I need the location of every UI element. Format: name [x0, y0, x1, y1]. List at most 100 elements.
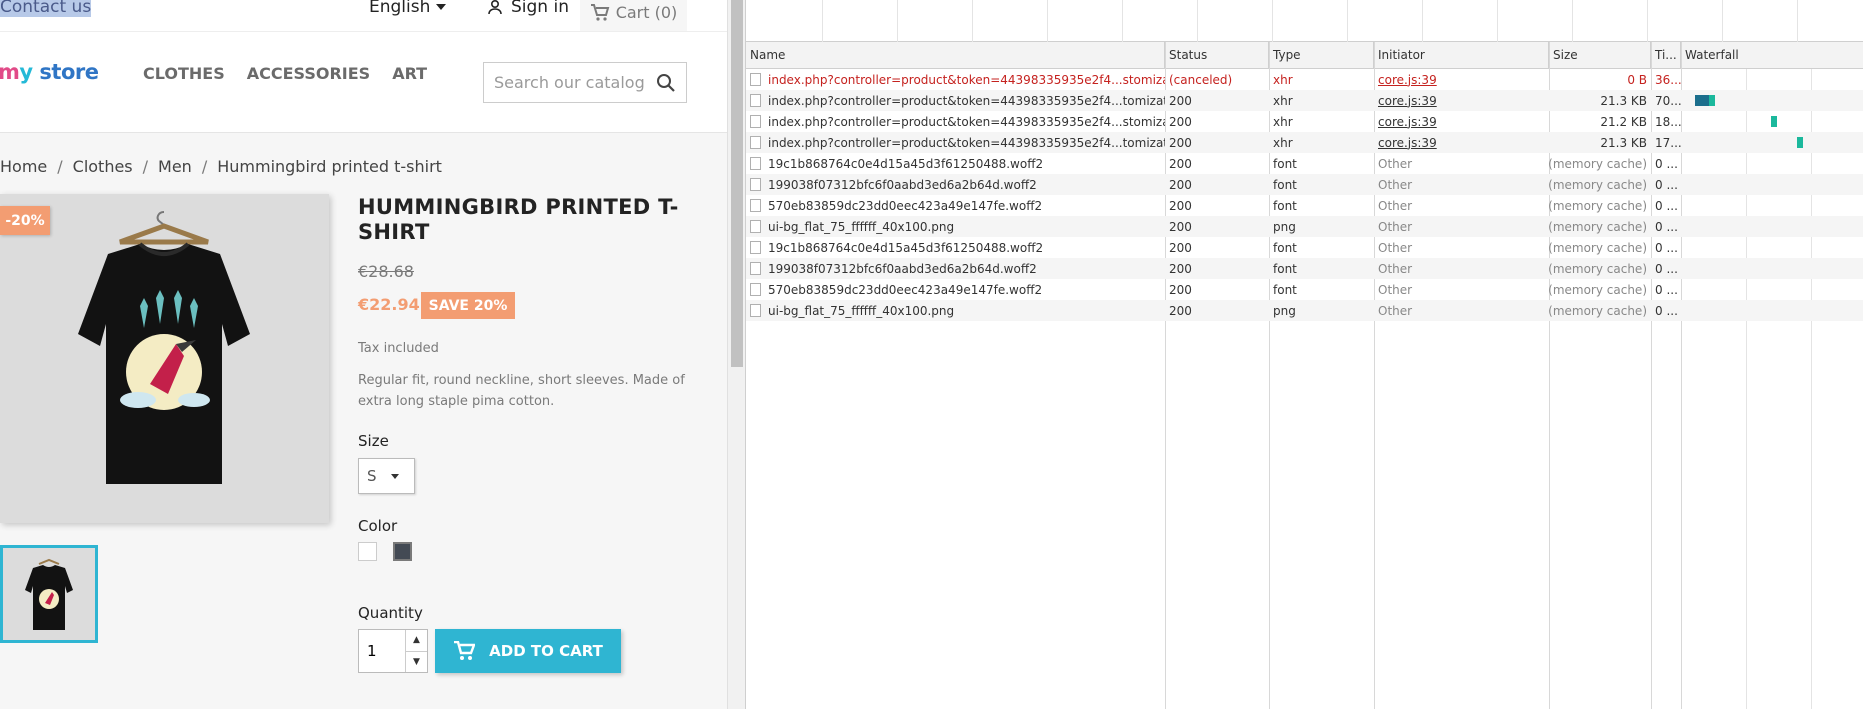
time-text: 36... — [1655, 72, 1681, 87]
cell-size: 21.3 KB — [1549, 132, 1651, 153]
col-header-name[interactable]: Name — [746, 42, 1165, 68]
overview-tick — [1272, 0, 1273, 42]
network-request-row[interactable]: index.php?controller=product&token=44398… — [746, 69, 1863, 90]
cell-type: font — [1269, 153, 1374, 174]
save-badge: SAVE 20% — [421, 292, 515, 319]
product-image[interactable] — [0, 194, 329, 523]
quantity-down-icon[interactable]: ▼ — [406, 652, 427, 673]
tshirt-image — [78, 211, 250, 484]
cell-name: 19c1b868764c0e4d15a45d3f61250488.woff2 — [746, 237, 1165, 258]
initiator-text[interactable]: core.js:39 — [1378, 73, 1437, 87]
col-header-time[interactable]: Ti... — [1651, 42, 1681, 68]
cell-time: 0 ... — [1651, 279, 1681, 300]
initiator-text[interactable]: core.js:39 — [1378, 136, 1437, 150]
time-text: 0 ... — [1655, 156, 1678, 171]
col-header-initiator[interactable]: Initiator — [1374, 42, 1549, 68]
color-swatch-white[interactable] — [358, 542, 377, 561]
initiator-text[interactable]: core.js:39 — [1378, 94, 1437, 108]
file-icon — [750, 220, 761, 233]
cell-size: 0 B — [1549, 69, 1651, 90]
menu-item-accessories[interactable]: ACCESSORIES — [247, 64, 370, 83]
cell-time: 0 ... — [1651, 153, 1681, 174]
overview-tick — [1647, 0, 1648, 42]
cell-type: png — [1269, 300, 1374, 321]
scrollbar-thumb[interactable] — [731, 0, 743, 367]
cell-type: xhr — [1269, 111, 1374, 132]
network-request-row[interactable]: 19c1b868764c0e4d15a45d3f61250488.woff2 20… — [746, 153, 1863, 174]
cart-label: Cart (0) — [615, 3, 678, 22]
size-text: 21.2 KB — [1600, 114, 1647, 129]
time-text: 0 ... — [1655, 303, 1678, 318]
network-request-row[interactable]: 570eb83859dc23dd0eec423a49e147fe.woff2 20… — [746, 195, 1863, 216]
search-input[interactable] — [494, 73, 644, 92]
network-request-row[interactable]: ui-bg_flat_75_ffffff_40x100.png 200 png Oth… — [746, 300, 1863, 321]
cell-name: index.php?controller=product&token=44398… — [746, 111, 1165, 132]
cell-size: 21.3 KB — [1549, 90, 1651, 111]
network-request-row[interactable]: index.php?controller=product&token=44398… — [746, 90, 1863, 111]
col-header-waterfall[interactable]: Waterfall — [1681, 42, 1863, 68]
cell-type: font — [1269, 195, 1374, 216]
store-logo[interactable]: my store — [0, 60, 99, 84]
col-header-size[interactable]: Size — [1549, 42, 1651, 68]
search-icon[interactable] — [656, 73, 676, 93]
signin-link[interactable]: Sign in — [487, 0, 569, 17]
network-request-row[interactable]: index.php?controller=product&token=44398… — [746, 132, 1863, 153]
product-description: Regular fit, round neckline, short sleev… — [358, 373, 685, 409]
cell-status: 200 — [1165, 90, 1269, 111]
product-title: HUMMINGBIRD PRINTED T-SHIRT — [358, 195, 679, 244]
menu-item-clothes[interactable]: CLOTHES — [143, 64, 225, 83]
store-header: Contact us English Sign in Cart (0) my s… — [0, 0, 727, 133]
search-box — [483, 62, 687, 103]
user-icon — [488, 0, 502, 15]
initiator-text[interactable]: core.js:39 — [1378, 115, 1437, 129]
type-text: xhr — [1273, 72, 1293, 87]
language-selector[interactable]: English — [369, 0, 447, 17]
breadcrumb-men[interactable]: Men — [158, 157, 192, 176]
page-scrollbar[interactable] — [727, 0, 745, 709]
cart-link[interactable]: Cart (0) — [580, 0, 687, 31]
color-swatch-black[interactable] — [393, 542, 412, 561]
cell-size: (memory cache) — [1549, 258, 1651, 279]
devtools-network-panel: Name Status Type Initiator Size Ti... Wa… — [745, 0, 1863, 709]
network-request-list: index.php?controller=product&token=44398… — [746, 69, 1863, 321]
quantity-input[interactable] — [359, 630, 405, 672]
contact-link[interactable]: Contact us — [0, 0, 92, 17]
initiator-text: Other — [1378, 282, 1413, 297]
network-request-row[interactable]: 570eb83859dc23dd0eec423a49e147fe.woff2 20… — [746, 279, 1863, 300]
cell-size: (memory cache) — [1549, 174, 1651, 195]
cell-type: xhr — [1269, 90, 1374, 111]
menu-item-art[interactable]: ART — [392, 64, 427, 83]
network-overview[interactable] — [746, 0, 1863, 42]
type-text: font — [1273, 177, 1297, 192]
logo-letter-y: y — [19, 60, 33, 84]
file-icon — [750, 115, 761, 128]
cell-status: 200 — [1165, 300, 1269, 321]
time-text: 0 ... — [1655, 177, 1678, 192]
network-request-row[interactable]: index.php?controller=product&token=44398… — [746, 111, 1863, 132]
status-text: 200 — [1169, 156, 1192, 171]
network-request-row[interactable]: 199038f07312bfc6f0aabd3ed6a2b64d.woff2 20… — [746, 174, 1863, 195]
network-request-row[interactable]: ui-bg_flat_75_ffffff_40x100.png 200 png Oth… — [746, 216, 1863, 237]
product-thumbnail[interactable] — [0, 545, 98, 643]
file-icon — [750, 241, 761, 254]
status-text: 200 — [1169, 240, 1192, 255]
cell-size: (memory cache) — [1549, 216, 1651, 237]
cell-initiator: Other — [1374, 237, 1549, 258]
size-text: (memory cache) — [1549, 261, 1647, 276]
cell-status: 200 — [1165, 216, 1269, 237]
size-select[interactable]: S — [358, 458, 415, 494]
cell-name: 199038f07312bfc6f0aabd3ed6a2b64d.woff2 — [746, 258, 1165, 279]
cell-time: 0 ... — [1651, 300, 1681, 321]
breadcrumb-clothes[interactable]: Clothes — [73, 157, 133, 176]
network-request-row[interactable]: 199038f07312bfc6f0aabd3ed6a2b64d.woff2 20… — [746, 258, 1863, 279]
quantity-label: Quantity — [358, 604, 423, 622]
col-header-status[interactable]: Status — [1165, 42, 1269, 68]
quantity-up-icon[interactable]: ▲ — [406, 630, 427, 652]
add-to-cart-button[interactable]: ADD TO CART — [435, 629, 621, 673]
cell-size: (memory cache) — [1549, 195, 1651, 216]
col-header-type[interactable]: Type — [1269, 42, 1374, 68]
overview-tick — [1197, 0, 1198, 42]
breadcrumb-home[interactable]: Home — [0, 157, 47, 176]
network-request-row[interactable]: 19c1b868764c0e4d15a45d3f61250488.woff2 20… — [746, 237, 1863, 258]
cell-initiator: core.js:39 — [1374, 111, 1549, 132]
